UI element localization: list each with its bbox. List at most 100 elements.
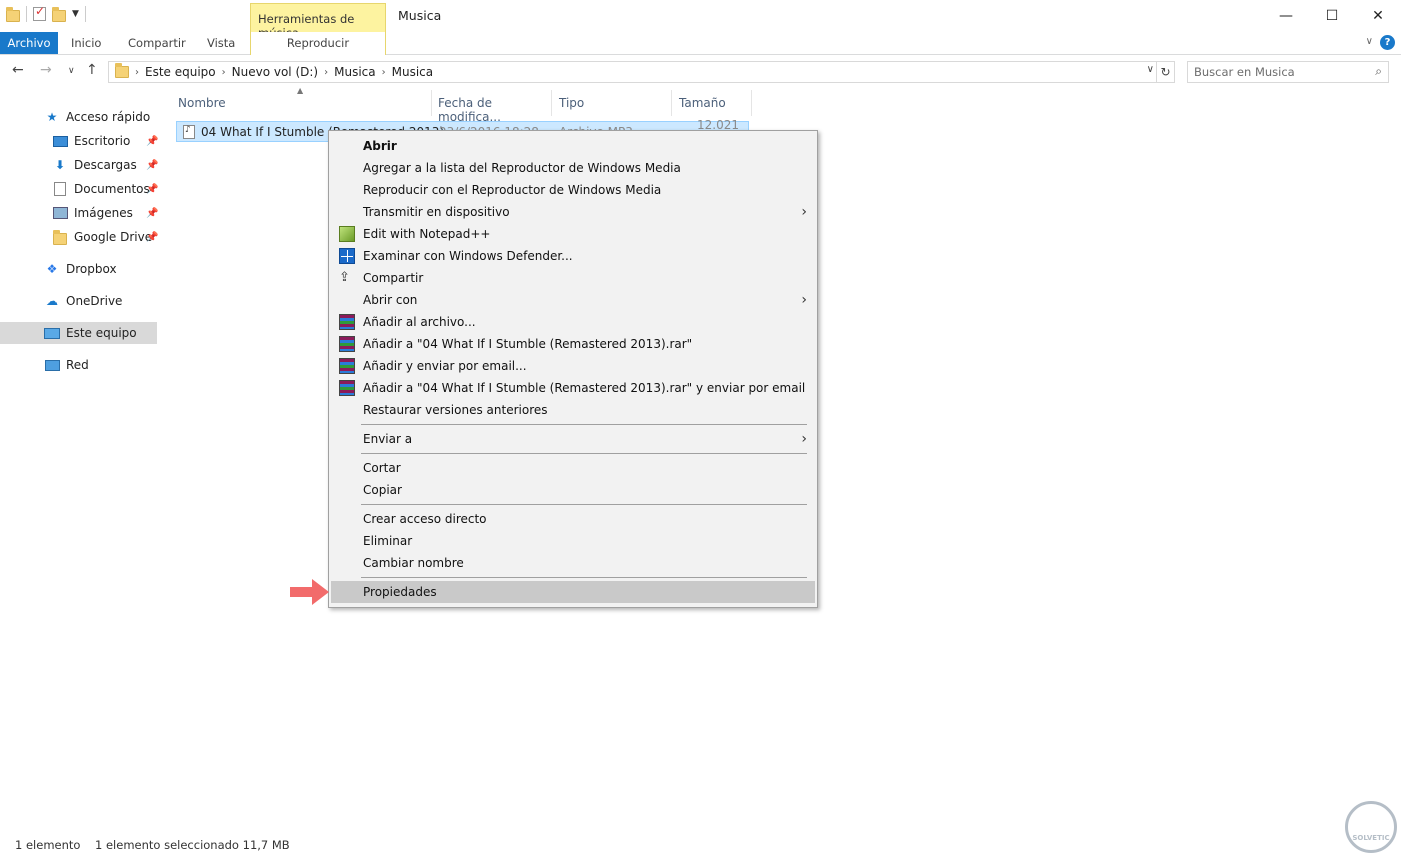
nav-item-onedrive[interactable]: ☁ OneDrive xyxy=(44,290,122,312)
notepadpp-icon xyxy=(339,226,355,242)
nav-item-label: Acceso rápido xyxy=(66,110,151,124)
menu-item-compartir[interactable]: ⇪ Compartir xyxy=(331,267,815,289)
menu-item-cambiar-nombre[interactable]: Cambiar nombre xyxy=(331,552,815,574)
breadcrumb[interactable]: Musica xyxy=(392,65,434,79)
nav-item-imagenes[interactable]: Imágenes 📌 xyxy=(52,202,158,224)
menu-item-anadir-email[interactable]: Añadir y enviar por email... xyxy=(331,355,815,377)
recent-locations-icon[interactable]: ∨ xyxy=(68,66,75,76)
menu-item-restaurar[interactable]: Restaurar versiones anteriores xyxy=(331,399,815,421)
menu-item-eliminar[interactable]: Eliminar xyxy=(331,530,815,552)
menu-item-label: Transmitir en dispositivo xyxy=(363,205,510,219)
breadcrumb[interactable]: Musica xyxy=(334,65,376,79)
menu-item-anadir-rar[interactable]: Añadir a "04 What If I Stumble (Remaster… xyxy=(331,333,815,355)
winrar-icon xyxy=(339,336,355,352)
nav-item-label: Dropbox xyxy=(66,262,117,276)
refresh-icon[interactable]: ↻ xyxy=(1157,61,1175,83)
menu-item-label: Abrir xyxy=(363,139,397,153)
pin-icon: 📌 xyxy=(146,231,159,243)
expand-ribbon-icon[interactable]: ∨ xyxy=(1366,36,1373,47)
menu-item-label: Examinar con Windows Defender... xyxy=(363,249,573,263)
menu-item-agregar-lista[interactable]: Agregar a la lista del Reproductor de Wi… xyxy=(331,157,815,179)
menu-item-abrir-con[interactable]: Abrir con › xyxy=(331,289,815,311)
menu-item-crear-acceso[interactable]: Crear acceso directo xyxy=(331,508,815,530)
chevron-right-icon[interactable]: › xyxy=(222,67,226,78)
menu-item-label: Compartir xyxy=(363,271,424,285)
menu-item-reproducir[interactable]: Reproducir con el Reproductor de Windows… xyxy=(331,179,815,201)
menu-separator xyxy=(361,453,807,454)
column-header-type[interactable]: Tipo xyxy=(552,90,672,116)
minimize-button[interactable]: — xyxy=(1263,0,1309,32)
dropbox-icon: ❖ xyxy=(46,262,58,276)
menu-item-abrir[interactable]: Abrir xyxy=(331,135,815,157)
up-icon[interactable]: ↑ xyxy=(86,62,98,78)
search-input[interactable]: Buscar en Musica ⌕ xyxy=(1187,61,1389,83)
breadcrumb[interactable]: Nuevo vol (D:) xyxy=(232,65,318,79)
chevron-down-icon[interactable]: ∨ xyxy=(1147,64,1154,75)
breadcrumb[interactable]: Este equipo xyxy=(145,65,216,79)
customize-toolbar-icon[interactable]: ▼ xyxy=(72,9,79,19)
network-icon xyxy=(44,357,60,373)
column-header-modified[interactable]: Fecha de modifica... xyxy=(432,90,552,124)
nav-item-google-drive[interactable]: Google Drive 📌 xyxy=(52,226,158,248)
tab-compartir[interactable]: Compartir xyxy=(128,32,186,54)
pointer-arrow-icon xyxy=(290,579,329,605)
column-header-size[interactable]: Tamaño xyxy=(672,90,752,116)
nav-item-dropbox[interactable]: ❖ Dropbox xyxy=(44,258,117,280)
winrar-icon xyxy=(339,314,355,330)
chevron-right-icon[interactable]: › xyxy=(324,67,328,78)
menu-item-label: Añadir a "04 What If I Stumble (Remaster… xyxy=(363,337,693,351)
menu-item-label: Eliminar xyxy=(363,534,413,548)
quick-access-toolbar: ▼ xyxy=(6,4,86,22)
tab-vista[interactable]: Vista xyxy=(207,32,235,54)
column-header-name[interactable]: Nombre xyxy=(170,90,432,116)
new-folder-icon[interactable] xyxy=(52,6,66,22)
address-bar[interactable]: › Este equipo › Nuevo vol (D:) › Musica … xyxy=(108,61,1157,83)
help-icon[interactable]: ? xyxy=(1380,35,1395,50)
nav-item-documentos[interactable]: Documentos 📌 xyxy=(52,178,158,200)
folder-icon[interactable] xyxy=(6,6,20,22)
pin-icon: 📌 xyxy=(146,183,159,195)
nav-item-descargas[interactable]: ⬇ Descargas 📌 xyxy=(52,154,158,176)
menu-item-label: Restaurar versiones anteriores xyxy=(363,403,548,417)
menu-item-transmitir[interactable]: Transmitir en dispositivo › xyxy=(331,201,815,223)
back-icon[interactable]: ← xyxy=(12,62,24,78)
chevron-right-icon: › xyxy=(801,431,807,447)
defender-icon xyxy=(339,248,355,264)
properties-icon[interactable] xyxy=(33,4,46,21)
menu-item-label: Cambiar nombre xyxy=(363,556,464,570)
menu-item-label: Añadir a "04 What If I Stumble (Remaster… xyxy=(363,381,806,395)
search-icon[interactable]: ⌕ xyxy=(1375,64,1382,79)
menu-item-anadir-archivo[interactable]: Añadir al archivo... xyxy=(331,311,815,333)
chevron-right-icon: › xyxy=(801,292,807,308)
nav-item-quick-access[interactable]: ★ Acceso rápido xyxy=(44,106,151,128)
menu-item-notepadpp[interactable]: Edit with Notepad++ xyxy=(331,223,815,245)
maximize-button[interactable]: ☐ xyxy=(1309,0,1355,32)
toolbar-separator xyxy=(26,6,27,22)
menu-item-defender[interactable]: Examinar con Windows Defender... xyxy=(331,245,815,267)
music-file-icon xyxy=(183,124,195,139)
menu-item-cortar[interactable]: Cortar xyxy=(331,457,815,479)
menu-separator xyxy=(361,504,807,505)
winrar-icon xyxy=(339,380,355,396)
menu-item-copiar[interactable]: Copiar xyxy=(331,479,815,501)
nav-item-este-equipo[interactable]: Este equipo xyxy=(0,322,157,344)
chevron-right-icon[interactable]: › xyxy=(382,67,386,78)
watermark-logo: SOLVETIC xyxy=(1345,801,1397,853)
nav-item-label: Documentos xyxy=(74,182,150,196)
menu-item-propiedades[interactable]: Propiedades xyxy=(331,581,815,603)
nav-item-escritorio[interactable]: Escritorio 📌 xyxy=(52,130,158,152)
chevron-right-icon: › xyxy=(801,204,807,220)
navigation-bar: ← → ∨ ↑ › Este equipo › Nuevo vol (D:) ›… xyxy=(0,56,1401,88)
menu-item-enviar-a[interactable]: Enviar a › xyxy=(331,428,815,450)
close-button[interactable]: ✕ xyxy=(1355,0,1401,32)
menu-item-anadir-rar-email[interactable]: Añadir a "04 What If I Stumble (Remaster… xyxy=(331,377,815,399)
tab-archivo[interactable]: Archivo xyxy=(0,32,58,54)
chevron-right-icon[interactable]: › xyxy=(135,67,139,78)
nav-item-label: Descargas xyxy=(74,158,137,172)
tab-inicio[interactable]: Inicio xyxy=(71,32,101,54)
nav-item-red[interactable]: Red xyxy=(44,354,89,376)
forward-icon[interactable]: → xyxy=(40,62,52,78)
tab-reproducir[interactable]: Reproducir xyxy=(250,32,386,55)
menu-item-label: Enviar a xyxy=(363,432,413,446)
status-selection: 1 elemento seleccionado 11,7 MB xyxy=(95,838,290,852)
